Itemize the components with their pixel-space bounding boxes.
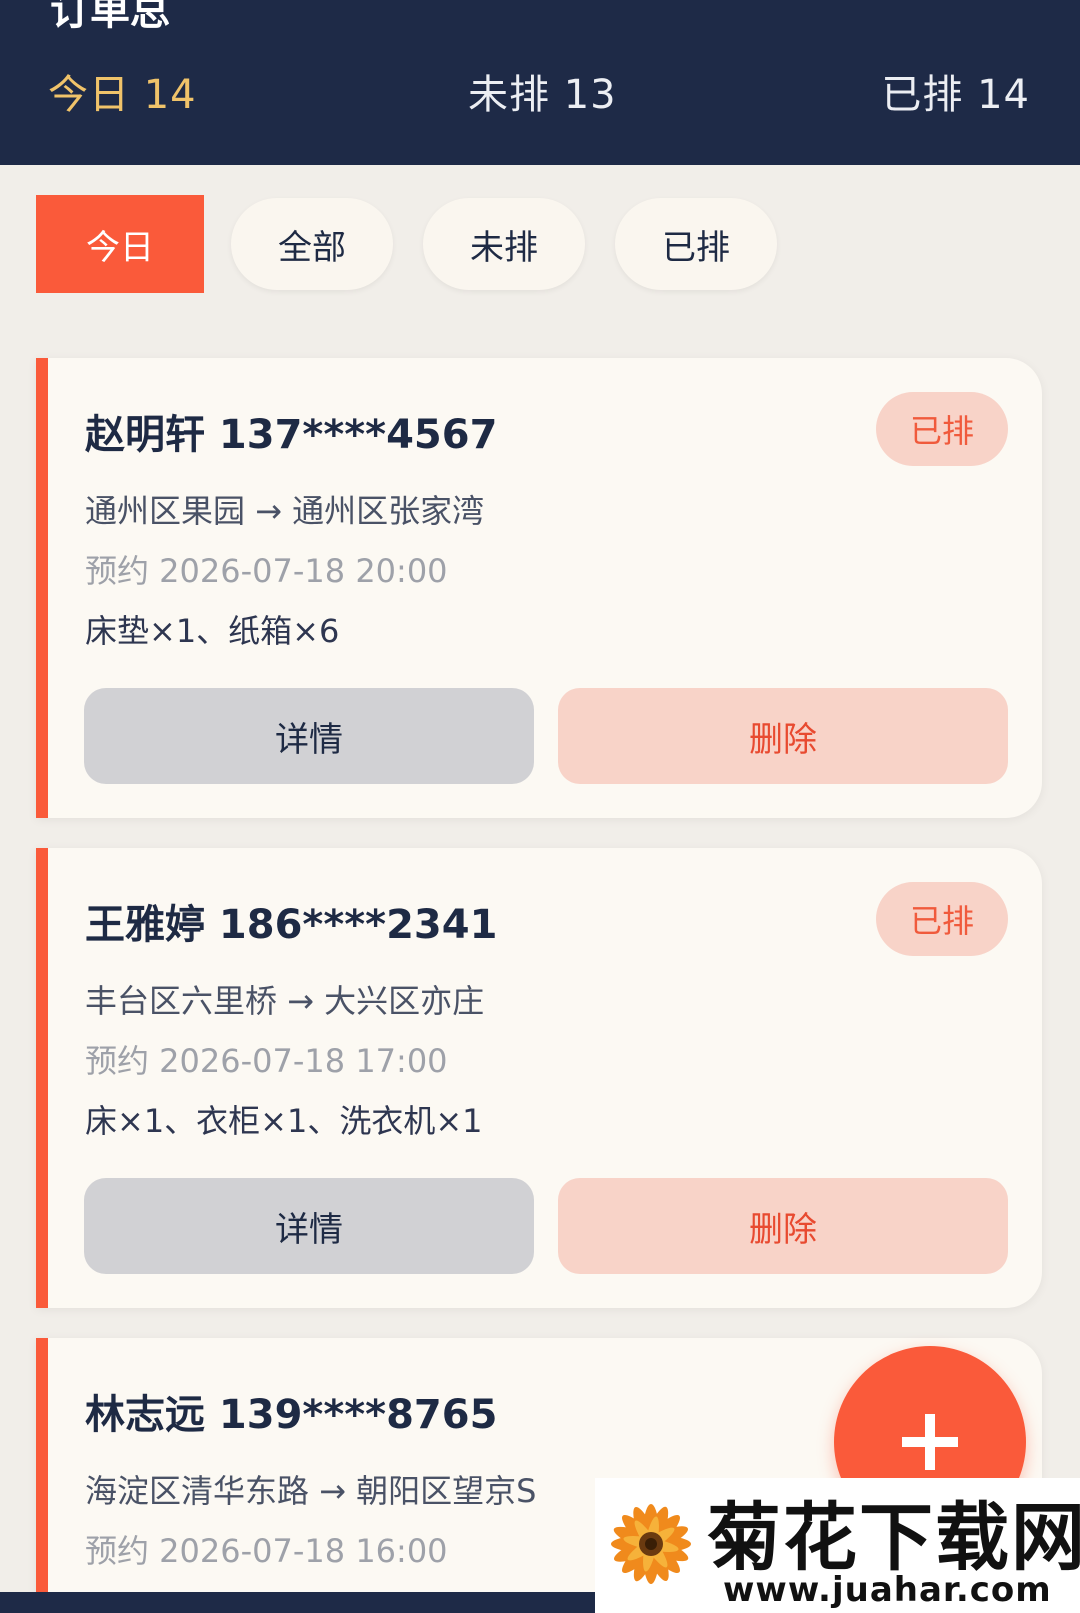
app-header: 订单总 今日 14 未排 13 已排 14 xyxy=(0,0,1080,165)
stat-today[interactable]: 今日 14 xyxy=(48,62,197,120)
filter-scheduled[interactable]: 已排 xyxy=(615,198,777,290)
order-route: 丰台区六里桥 → 大兴区亦庄 xyxy=(85,982,485,1020)
order-items: 床垫×1、纸箱×6 xyxy=(85,612,340,650)
detail-button[interactable]: 详情 xyxy=(84,688,534,784)
order-items: 床×1、衣柜×1、洗衣机×1 xyxy=(85,1102,483,1140)
filter-today[interactable]: 今日 xyxy=(36,195,204,293)
order-time: 预约 2026-07-18 17:00 xyxy=(85,1042,448,1080)
order-route: 通州区果园 → 通州区张家湾 xyxy=(85,492,485,530)
order-time: 预约 2026-07-18 20:00 xyxy=(85,552,448,590)
order-card[interactable]: 王雅婷 186****2341 已排 丰台区六里桥 → 大兴区亦庄 预约 202… xyxy=(36,848,1042,1308)
status-badge: 已排 xyxy=(876,882,1008,956)
stat-scheduled[interactable]: 已排 14 xyxy=(881,62,1030,120)
plus-icon xyxy=(902,1414,958,1470)
filter-unscheduled[interactable]: 未排 xyxy=(423,198,585,290)
filter-all[interactable]: 全部 xyxy=(231,198,393,290)
order-card[interactable]: 赵明轩 137****4567 已排 通州区果园 → 通州区张家湾 预约 202… xyxy=(36,358,1042,818)
watermark-url: www.juahar.com xyxy=(723,1570,1052,1610)
delete-button[interactable]: 删除 xyxy=(558,1178,1008,1274)
order-time: 预约 2026-07-18 16:00 xyxy=(85,1532,448,1570)
delete-button[interactable]: 删除 xyxy=(558,688,1008,784)
chrysanthemum-logo-icon xyxy=(611,1504,691,1584)
status-badge: 已排 xyxy=(876,392,1008,466)
watermark-name: 菊花下载网 xyxy=(707,1495,1080,1581)
customer-name-phone: 赵明轩 137****4567 xyxy=(85,412,498,458)
stat-unscheduled[interactable]: 未排 13 xyxy=(468,62,617,120)
order-route: 海淀区清华东路 → 朝阳区望京S xyxy=(85,1472,537,1510)
customer-name-phone: 林志远 139****8765 xyxy=(85,1392,498,1438)
detail-button[interactable]: 详情 xyxy=(84,1178,534,1274)
header-title: 订单总 xyxy=(50,0,170,34)
watermark: 菊花下载网 www.juahar.com xyxy=(595,1478,1080,1613)
customer-name-phone: 王雅婷 186****2341 xyxy=(85,902,498,948)
